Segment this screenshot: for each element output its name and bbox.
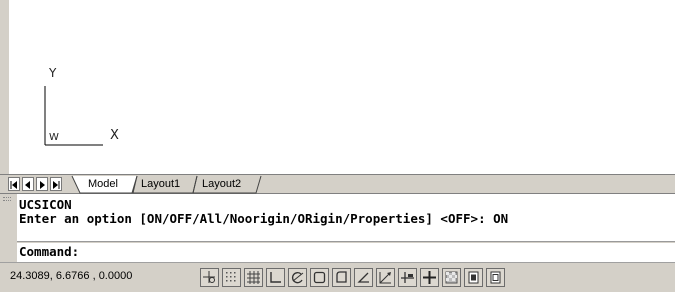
ortho-mode-button[interactable] <box>266 268 285 287</box>
snap-mode-button[interactable] <box>222 268 241 287</box>
command-window-grip[interactable] <box>3 197 11 201</box>
coordinates-readout[interactable]: 24.3089, 6.6766 , 0.0000 <box>10 270 132 282</box>
selection-cycling-icon <box>490 271 501 284</box>
tab-layout1[interactable]: Layout1 <box>141 177 180 192</box>
drawing-area[interactable]: Y W X <box>0 0 675 174</box>
grid-display-button[interactable] <box>244 268 263 287</box>
tab-model[interactable]: Model <box>88 177 118 192</box>
tab-layout2[interactable]: Layout2 <box>202 177 241 192</box>
lineweight-button[interactable] <box>420 268 439 287</box>
3d-object-snap-icon <box>336 271 347 283</box>
ucs-x-label: X <box>110 128 119 143</box>
dynamic-ucs-icon <box>379 272 391 284</box>
infer-constraints-button[interactable] <box>200 268 219 287</box>
ucs-y-label: Y <box>49 66 57 80</box>
dynamic-input-icon <box>401 272 414 283</box>
dynamic-ucs-button[interactable] <box>376 268 395 287</box>
status-bar: 24.3089, 6.6766 , 0.0000 <box>0 262 675 292</box>
quick-properties-icon <box>468 271 479 284</box>
layout-tabs-bar: Model Layout1 Layout2 <box>0 174 675 194</box>
object-snap-tracking-button[interactable] <box>354 268 373 287</box>
ucs-w-label: W <box>49 132 59 143</box>
3d-object-snap-button[interactable] <box>332 268 351 287</box>
command-prompt: Command: <box>19 244 80 259</box>
history-line: Enter an option [ON/OFF/All/Noorigin/ORi… <box>19 211 509 226</box>
infer-constraints-icon <box>203 271 215 283</box>
history-line: UCSICON <box>19 197 72 212</box>
transparency-button[interactable] <box>442 268 461 287</box>
lineweight-icon <box>423 271 436 284</box>
command-window: UCSICON Enter an option [ON/OFF/All/Noori… <box>0 194 675 262</box>
polar-tracking-icon <box>292 272 304 284</box>
ucs-icon <box>44 86 103 146</box>
object-snap-tracking-icon <box>357 272 369 283</box>
dynamic-input-button[interactable] <box>398 268 417 287</box>
grid-display-icon <box>247 271 260 284</box>
quick-properties-button[interactable] <box>464 268 483 287</box>
snap-mode-icon <box>226 272 236 282</box>
selection-cycling-button[interactable] <box>486 268 505 287</box>
command-history: UCSICON Enter an option [ON/OFF/All/Noori… <box>17 194 675 242</box>
command-input[interactable]: Command: <box>17 243 675 262</box>
object-snap-button[interactable] <box>310 268 329 287</box>
polar-tracking-button[interactable] <box>288 268 307 287</box>
object-snap-icon <box>313 271 326 284</box>
ortho-mode-icon <box>270 272 281 283</box>
transparency-icon <box>445 271 458 284</box>
